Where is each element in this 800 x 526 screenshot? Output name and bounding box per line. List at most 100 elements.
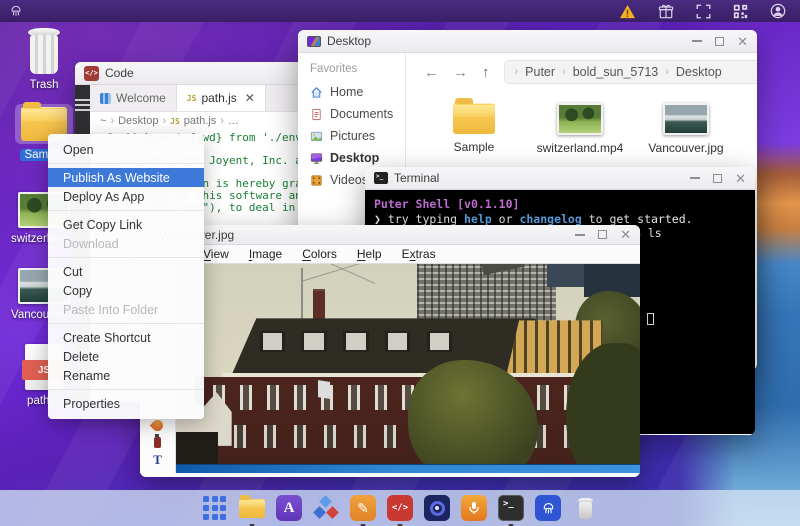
- menu-item-copy[interactable]: Copy: [48, 281, 204, 300]
- taskbar: A ✎ </> >_: [0, 490, 800, 526]
- menu-help[interactable]: Help: [357, 247, 382, 261]
- forward-button[interactable]: →: [453, 64, 468, 81]
- image-viewer-titlebar[interactable]: Vancouver.jpg ✕: [140, 225, 640, 245]
- taskbar-trash-button[interactable]: [571, 494, 599, 522]
- brush-tool-icon[interactable]: [140, 417, 175, 434]
- image-canvas[interactable]: [176, 264, 640, 473]
- menu-item-download: Download: [63, 236, 119, 251]
- terminal-app-icon: >_: [374, 172, 388, 184]
- breadcrumb[interactable]: › Puter › bold_sun_5713 › Desktop: [503, 60, 757, 84]
- minimize-button[interactable]: [690, 177, 701, 179]
- videos-icon: [311, 174, 322, 186]
- gift-icon[interactable]: [658, 4, 674, 19]
- menu-item-delete[interactable]: Delete: [48, 347, 204, 366]
- photo-water: [176, 465, 640, 473]
- paint-brush-icon: ✎: [350, 495, 376, 521]
- desktop-icon: [310, 152, 323, 164]
- shell-banner: Puter Shell [v0.1.10]: [374, 197, 520, 211]
- close-button[interactable]: ✕: [737, 35, 748, 48]
- tab-welcome[interactable]: Welcome: [90, 85, 177, 111]
- sidebar-item-desktop[interactable]: Desktop: [298, 147, 405, 169]
- file-manager-titlebar[interactable]: Desktop ✕: [298, 30, 757, 53]
- sidebar-title: Favorites: [310, 63, 358, 75]
- sidebar-item-home[interactable]: Home: [298, 81, 405, 103]
- file-item-pathjs[interactable]: JS path.js: [744, 103, 757, 165]
- account-icon[interactable]: [770, 3, 786, 19]
- menu-item-publish-as-website[interactable]: Publish As Website: [48, 168, 204, 187]
- menu-item-paste-into-folder: Paste Into Folder: [63, 302, 159, 317]
- fullscreen-icon[interactable]: [696, 4, 711, 19]
- puter-logo-icon: [535, 495, 561, 521]
- editor-tabbar: Welcome JS path.js ✕: [90, 85, 311, 112]
- trash-icon: [26, 28, 62, 74]
- system-topbar: [0, 0, 800, 22]
- close-button[interactable]: ✕: [620, 228, 631, 241]
- menu-item-properties[interactable]: Properties: [48, 394, 204, 413]
- js-icon: JS: [186, 93, 197, 103]
- spray-tool-icon[interactable]: [140, 434, 175, 451]
- terminal-icon: >_: [498, 495, 524, 521]
- taskbar-cubes-app-button[interactable]: [312, 494, 340, 522]
- menu-item-deploy-as-app[interactable]: Deploy As App: [48, 187, 204, 206]
- file-list: Sample switzerland.mp4 Vancouver.jpg JS …: [406, 91, 757, 165]
- code-titlebar[interactable]: </> Code: [75, 62, 311, 85]
- file-item-sample[interactable]: Sample: [426, 98, 522, 165]
- menu-separator: [48, 323, 204, 324]
- video-thumbnail-icon: [557, 103, 603, 135]
- menu-hamburger-icon[interactable]: [75, 96, 90, 114]
- terminal-titlebar[interactable]: >_ Terminal ✕: [365, 167, 755, 190]
- taskbar-text-editor-button[interactable]: A: [275, 494, 303, 522]
- minimize-button[interactable]: [692, 40, 703, 42]
- menu-image[interactable]: Image: [249, 247, 282, 261]
- taskbar-paint-button[interactable]: ✎: [349, 494, 377, 522]
- file-item-vancouver[interactable]: Vancouver.jpg: [638, 103, 734, 165]
- close-button[interactable]: ✕: [735, 172, 746, 185]
- menu-item-create-shortcut[interactable]: Create Shortcut: [48, 328, 204, 347]
- minimize-button[interactable]: [575, 233, 586, 236]
- menu-item-rename[interactable]: Rename: [48, 366, 204, 385]
- close-tab-icon[interactable]: ✕: [245, 91, 255, 105]
- menu-separator: [48, 163, 204, 164]
- window-title: Code: [105, 66, 134, 80]
- up-button[interactable]: ↑: [482, 64, 490, 81]
- taskbar-file-manager-button[interactable]: [238, 494, 266, 522]
- warning-icon[interactable]: [619, 4, 636, 19]
- image-viewer-window: Vancouver.jpg ✕ View Image Colors Help E…: [140, 225, 640, 477]
- puter-logo-icon[interactable]: [8, 3, 24, 19]
- window-title: Terminal: [394, 171, 440, 185]
- back-button[interactable]: ←: [424, 64, 439, 81]
- file-manager-toolbar: ← → ↑ › Puter › bold_sun_5713 › Desktop: [406, 53, 757, 91]
- menu-item-get-copy-link[interactable]: Get Copy Link: [48, 215, 204, 234]
- desktop-icon-trash[interactable]: Trash: [12, 28, 76, 91]
- menu-item-open[interactable]: Open: [48, 140, 204, 159]
- editor-breadcrumb: ~ › Desktop › JS path.js › …: [100, 115, 239, 127]
- cubes-icon: [313, 495, 339, 521]
- file-item-switzerland[interactable]: switzerland.mp4: [532, 103, 628, 165]
- code-icon: </>: [387, 495, 413, 521]
- camera-icon: [424, 495, 450, 521]
- taskbar-code-button[interactable]: </>: [386, 494, 414, 522]
- microphone-icon: [461, 495, 487, 521]
- context-menu: Open Publish As Website Deploy As App Ge…: [48, 134, 204, 419]
- taskbar-recorder-button[interactable]: [460, 494, 488, 522]
- tab-pathjs[interactable]: JS path.js ✕: [176, 85, 266, 111]
- folder-icon: [239, 494, 265, 518]
- sidebar-item-pictures[interactable]: Pictures: [298, 125, 405, 147]
- text-tool-icon[interactable]: T: [140, 451, 175, 468]
- qr-code-icon[interactable]: [733, 4, 748, 19]
- taskbar-terminal-button[interactable]: >_: [497, 494, 525, 522]
- maximize-button[interactable]: [715, 36, 725, 46]
- taskbar-puter-button[interactable]: [534, 494, 562, 522]
- maximize-button[interactable]: [598, 230, 608, 239]
- menu-item-cut[interactable]: Cut: [48, 262, 204, 281]
- taskbar-camera-button[interactable]: [423, 494, 451, 522]
- taskbar-launcher-button[interactable]: [201, 494, 229, 522]
- menu-colors[interactable]: Colors: [302, 247, 337, 261]
- menu-separator: [48, 389, 204, 390]
- menu-view[interactable]: View: [203, 247, 229, 261]
- maximize-button[interactable]: [713, 173, 723, 183]
- trash-icon: [577, 497, 594, 519]
- desktop-icon-label: Trash: [29, 79, 59, 91]
- menu-extras[interactable]: Extras: [402, 247, 436, 261]
- sidebar-item-documents[interactable]: Documents: [298, 103, 405, 125]
